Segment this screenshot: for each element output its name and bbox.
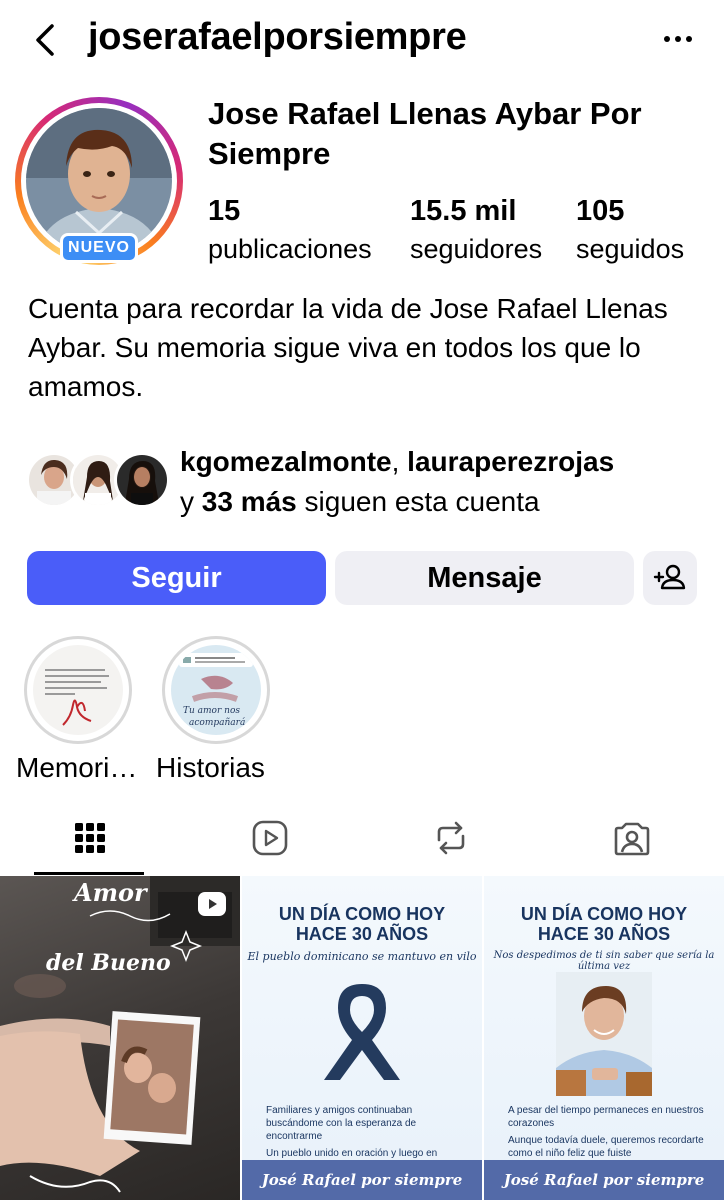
post-title-line-1: UN DÍA COMO HOY: [278, 904, 446, 924]
svg-text:Tu amor nos: Tu amor nos: [183, 706, 240, 716]
mutual-suffix: siguen esta cuenta: [296, 486, 540, 517]
suggest-users-button[interactable]: [643, 551, 697, 605]
stat-following-value: 105: [576, 195, 625, 227]
profile-username: joserafaelporsiempre: [88, 16, 467, 58]
post-script-top: Amor: [74, 878, 147, 907]
more-options-button[interactable]: [658, 24, 698, 54]
reposts-icon: [437, 821, 465, 855]
post-subtitle: El pueblo dominicano se mantuvo en vilo: [247, 950, 477, 963]
active-tab-indicator: [34, 872, 144, 875]
more-horizontal-icon: [664, 36, 692, 42]
mutual-user-1[interactable]: kgomezalmonte: [180, 446, 392, 477]
post-title: UN DÍA COMO HOY HACE 30 AÑOS: [484, 904, 724, 944]
mutual-user-2[interactable]: laura­perezrojas: [407, 446, 614, 477]
post-banner: José Rafael por siempre: [484, 1160, 724, 1200]
post-bullet: A pesar del tiempo permaneces en nuestro…: [508, 1105, 704, 1129]
ribbon-icon: [324, 984, 400, 1080]
post-tile[interactable]: Amor del Bueno: [0, 876, 240, 1200]
mutual-separator: ,: [391, 446, 408, 477]
stat-posts[interactable]: 15 publicaciones: [208, 193, 372, 267]
tab-posts-grid[interactable]: [30, 810, 150, 874]
stat-following[interactable]: 105 seguidos: [576, 193, 684, 267]
post-bullet: Aunque todavía duele, queremos recordart…: [508, 1135, 704, 1159]
post-photo: [556, 972, 652, 1096]
mutual-followers-avatars[interactable]: [26, 452, 170, 512]
post-bullet: Familiares y amigos continuaban buscándo…: [266, 1105, 417, 1142]
add-person-icon: [653, 564, 686, 590]
follow-button[interactable]: Seguir: [27, 551, 326, 605]
profile-bio: Cuenta para recordar la vida de Jose Raf…: [28, 293, 668, 402]
post-title-line-2: HACE 30 AÑOS: [295, 924, 429, 944]
post-title: UN DÍA COMO HOY HACE 30 AÑOS: [242, 904, 482, 944]
post-tile[interactable]: UN DÍA COMO HOY HACE 30 AÑOS Nos despedi…: [484, 876, 724, 1200]
stat-posts-value: 15: [208, 195, 241, 227]
message-button[interactable]: Mensaje: [335, 551, 634, 605]
post-tile[interactable]: UN DÍA COMO HOY HACE 30 AÑOS El pueblo d…: [242, 876, 482, 1200]
stat-followers-value: 15.5 mil: [410, 195, 517, 227]
stat-posts-label: publicaciones: [208, 234, 372, 264]
chevron-left-icon: [36, 24, 54, 56]
post-subtitle: Nos despedimos de ti sin saber que sería…: [493, 950, 715, 972]
stat-followers-label: seguidores: [410, 234, 543, 264]
reel-indicator-icon: [198, 892, 226, 916]
highlight-memories-label: Memori…: [16, 752, 138, 783]
top-bar: joserafaelporsiempre: [0, 0, 724, 80]
stat-followers[interactable]: 15.5 mil seguidores: [410, 193, 542, 267]
highlight-stories[interactable]: Tu amor nos acompañará: [162, 636, 270, 744]
mutual-prefix: y: [180, 486, 202, 517]
post-banner: José Rafael por siempre: [242, 1160, 482, 1200]
profile-tabs: [0, 810, 724, 875]
tab-tagged[interactable]: [572, 810, 692, 874]
reels-icon: [252, 820, 288, 856]
back-button[interactable]: [28, 20, 68, 60]
post-title-line-1: UN DÍA COMO HOY: [520, 904, 688, 924]
highlight-cover: [33, 645, 123, 735]
post-script-bottom: del Bueno: [46, 950, 171, 976]
tab-reels[interactable]: [210, 810, 330, 874]
post-bullets: A pesar del tiempo permaneces en nuestro…: [508, 1104, 714, 1164]
tagged-icon: [614, 822, 650, 856]
mutual-more-count[interactable]: 33 más: [202, 486, 297, 517]
highlight-memories[interactable]: [24, 636, 132, 744]
tab-reposts[interactable]: [391, 810, 511, 874]
post-title-line-2: HACE 30 AÑOS: [537, 924, 671, 944]
posts-grid: Amor del Bueno UN DÍA COMO HOY HACE 30 A…: [0, 876, 724, 1200]
mutual-avatar: [114, 452, 170, 508]
followed-by-text[interactable]: kgomezalmonte, laura­perezrojas y 33 más…: [180, 442, 710, 522]
display-name: Jose Rafael Llenas Aybar Por Siempre: [208, 96, 642, 171]
svg-text:acompañará: acompañará: [189, 717, 245, 728]
grid-icon: [75, 823, 105, 853]
new-badge: NUEVO: [60, 233, 138, 263]
stat-following-label: seguidos: [576, 234, 685, 264]
highlight-cover: Tu amor nos acompañará: [171, 645, 261, 735]
highlight-stories-label: Historias: [156, 752, 265, 783]
